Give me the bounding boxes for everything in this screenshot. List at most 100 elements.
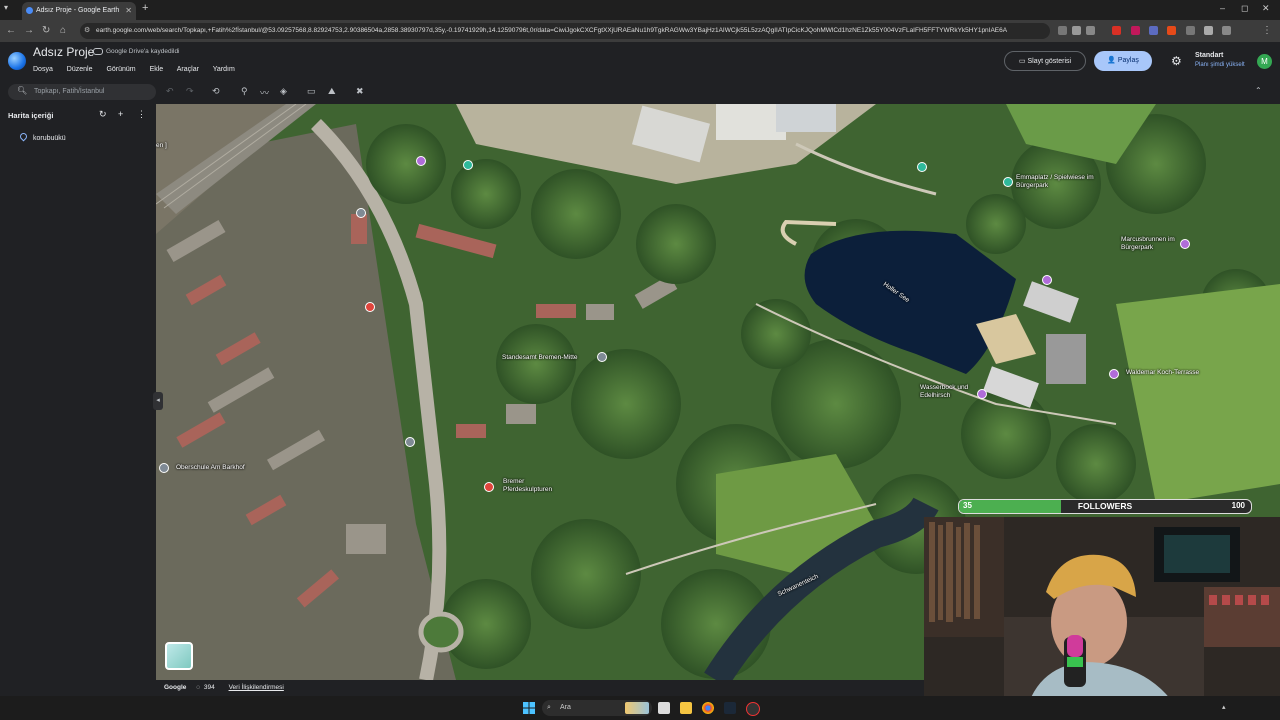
map-style-thumbnail[interactable] bbox=[165, 642, 193, 670]
map-label-spielwiese: Emmaplatz / Spielwiese im Bürgerpark bbox=[1016, 174, 1094, 189]
history-icon[interactable]: ⟲ bbox=[212, 86, 220, 97]
sidebar-item-label: korubuükü bbox=[33, 135, 66, 142]
draw-path-icon[interactable]: 〰 bbox=[260, 86, 269, 99]
close-window-icon[interactable]: ✕ bbox=[1262, 3, 1270, 14]
followers-goal-bar: 35 FOLLOWERS 100 bbox=[958, 499, 1252, 514]
search-icon: 🔍︎ bbox=[17, 86, 28, 95]
forward-icon[interactable]: → bbox=[24, 25, 34, 36]
extension-red-icon[interactable] bbox=[1112, 26, 1121, 35]
ruler-icon[interactable]: ▭ bbox=[307, 86, 316, 97]
webcam-overlay bbox=[924, 517, 1280, 720]
poi-marker-icon[interactable] bbox=[463, 160, 473, 170]
maximize-icon[interactable]: ◻ bbox=[1241, 3, 1248, 14]
browser-tab[interactable]: Adsız Proje - Google Earth ✕ bbox=[22, 2, 136, 20]
plan-name: Standart bbox=[1195, 52, 1224, 59]
share-page-icon[interactable] bbox=[1072, 26, 1081, 35]
map-label-waldemar: Waldemar Koch-Terrasse bbox=[1126, 369, 1200, 376]
extension-puzzle-icon[interactable] bbox=[1204, 26, 1213, 35]
profile-icon[interactable] bbox=[1222, 26, 1231, 35]
share-label: Paylaş bbox=[1117, 57, 1139, 64]
chevron-up-icon[interactable]: ⌃ bbox=[1255, 86, 1262, 95]
refresh-icon[interactable]: ↻ bbox=[99, 109, 107, 120]
chrome-icon[interactable] bbox=[702, 702, 714, 714]
sidebar-item-korubuuku[interactable]: korubuükü bbox=[18, 131, 66, 142]
poi-marker-icon[interactable] bbox=[597, 352, 607, 362]
image-capture-icon[interactable]: ⛰ bbox=[328, 86, 336, 97]
add-placemark-icon[interactable]: ⚲ bbox=[241, 86, 248, 97]
back-icon[interactable]: ← bbox=[6, 25, 16, 36]
url-input[interactable]: earth.google.com/web/search/Topkapı,+Fat… bbox=[80, 23, 1050, 39]
map-footer: Google ◌ 394 Veri İlişkilendirmesi bbox=[156, 680, 924, 696]
project-title[interactable]: Adsız Proje bbox=[33, 45, 94, 59]
minimize-icon[interactable]: – bbox=[1220, 3, 1225, 13]
url-text: earth.google.com/web/search/Topkapı,+Fat… bbox=[96, 27, 1008, 34]
poi-marker-icon[interactable] bbox=[917, 162, 927, 172]
poi-marker-icon[interactable] bbox=[356, 208, 366, 218]
menu-help[interactable]: Yardım bbox=[213, 66, 235, 73]
menu-file[interactable]: Dosya bbox=[33, 66, 53, 73]
poi-marker-icon[interactable] bbox=[365, 302, 375, 312]
steam-icon[interactable] bbox=[724, 702, 736, 714]
extension-pink-icon[interactable] bbox=[1131, 26, 1140, 35]
poi-marker-icon[interactable] bbox=[1003, 177, 1013, 187]
webcam-feed bbox=[924, 517, 1280, 720]
extension-gray-icon[interactable] bbox=[1186, 26, 1195, 35]
followers-goal: 100 bbox=[1231, 501, 1245, 510]
browser-menu-icon[interactable]: ⋮ bbox=[1262, 25, 1272, 36]
new-tab-icon[interactable]: + bbox=[142, 2, 148, 14]
map-label-oberschule: Oberschule Am Barkhof bbox=[176, 464, 245, 471]
upgrade-plan-link[interactable]: Planı şimdi yükselt bbox=[1195, 62, 1245, 68]
data-attribution-link[interactable]: Veri İlişkilendirmesi bbox=[229, 684, 284, 691]
menu-bar: Dosya Düzenle Görünüm Ekle Araçlar Yardı… bbox=[33, 66, 247, 73]
poi-marker-icon[interactable] bbox=[484, 482, 494, 492]
placemark-icon bbox=[18, 131, 29, 142]
tray-icon[interactable]: ▴ bbox=[1222, 703, 1226, 711]
avatar[interactable]: M bbox=[1257, 54, 1272, 69]
reload-icon[interactable]: ↻ bbox=[42, 25, 50, 36]
satellite-icon[interactable]: ✖ bbox=[356, 86, 364, 97]
map-label-pferdeskulptur: Bremer Pferdeskulpturen bbox=[503, 478, 553, 493]
close-tab-icon[interactable]: ✕ bbox=[125, 2, 132, 20]
cloud-icon bbox=[93, 48, 103, 55]
save-status: Google Drive'a kaydedildi bbox=[93, 48, 180, 55]
search-input[interactable]: Topkapı, Fatih/İstanbul bbox=[8, 84, 156, 100]
menu-tools[interactable]: Araçlar bbox=[177, 66, 199, 73]
file-explorer-icon[interactable] bbox=[680, 702, 692, 714]
weather-widget-icon[interactable] bbox=[625, 702, 649, 714]
home-icon[interactable]: ⌂ bbox=[60, 25, 66, 36]
google-earth-logo-icon[interactable] bbox=[8, 52, 26, 70]
google-earth-favicon-icon bbox=[26, 7, 33, 14]
extension-icon[interactable] bbox=[1058, 26, 1067, 35]
sidebar-toggle-chevron-icon[interactable]: ◂ bbox=[153, 392, 163, 410]
map-label: en ] bbox=[156, 142, 167, 149]
task-view-icon[interactable] bbox=[658, 702, 670, 714]
menu-edit[interactable]: Düzenle bbox=[67, 66, 93, 73]
poi-marker-icon[interactable] bbox=[405, 437, 415, 447]
layers-icon[interactable]: ◈ bbox=[280, 86, 287, 97]
sidebar bbox=[0, 104, 155, 680]
loading-spinner-icon: ◌ bbox=[196, 684, 201, 691]
search-icon: ⌕ bbox=[547, 704, 551, 711]
add-icon[interactable]: + bbox=[118, 109, 123, 119]
poi-marker-icon[interactable] bbox=[1109, 369, 1119, 379]
menu-view[interactable]: Görünüm bbox=[106, 66, 135, 73]
undo-icon[interactable]: ↶ bbox=[166, 86, 174, 97]
poi-marker-icon[interactable] bbox=[1042, 275, 1052, 285]
settings-gear-icon[interactable]: ⚙ bbox=[1171, 54, 1182, 68]
followers-label: FOLLOWERS bbox=[1077, 501, 1133, 511]
bookmark-star-icon[interactable] bbox=[1086, 26, 1095, 35]
menu-insert[interactable]: Ekle bbox=[150, 66, 164, 73]
browser-tab-strip bbox=[0, 0, 1280, 20]
share-button[interactable]: 👤 Paylaş bbox=[1094, 51, 1152, 71]
obs-icon[interactable] bbox=[746, 702, 760, 716]
more-options-icon[interactable]: ⋮ bbox=[137, 109, 146, 120]
poi-marker-icon[interactable] bbox=[416, 156, 426, 166]
slideshow-button[interactable]: ▭ Slayt gösterisi bbox=[1004, 51, 1086, 71]
poi-marker-icon[interactable] bbox=[159, 463, 169, 473]
tab-search-icon[interactable]: ▾ bbox=[4, 3, 8, 12]
windows-start-icon[interactable] bbox=[523, 702, 535, 714]
redo-icon[interactable]: ↷ bbox=[186, 86, 194, 97]
site-info-icon[interactable]: ⚙ bbox=[84, 26, 90, 34]
extension-blue-icon[interactable] bbox=[1149, 26, 1158, 35]
extension-orange-icon[interactable] bbox=[1167, 26, 1176, 35]
